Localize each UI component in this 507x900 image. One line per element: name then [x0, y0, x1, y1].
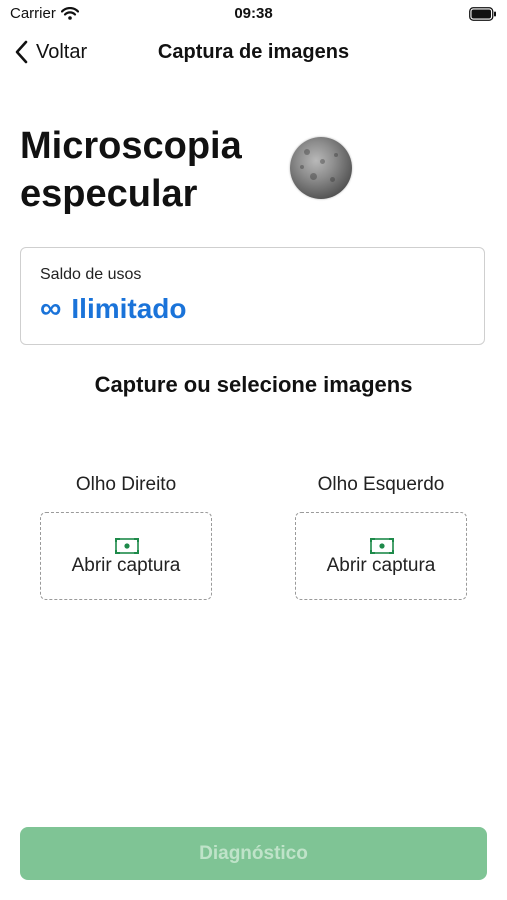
- nav-bar: Voltar Captura de imagens: [0, 30, 507, 74]
- capture-section-title: Capture ou selecione imagens: [94, 372, 413, 397]
- usage-label: Saldo de usos: [40, 266, 142, 283]
- status-time: 09:38: [234, 5, 273, 22]
- usage-value: ∞ Ilimitado: [40, 292, 187, 326]
- infinity-icon: ∞: [40, 292, 62, 325]
- usage-balance-card: Saldo de usos ∞ Ilimitado: [20, 247, 485, 345]
- left-eye-label: Olho Esquerdo: [317, 474, 445, 495]
- right-eye-capture-button[interactable]: Abrir captura: [40, 512, 212, 600]
- right-eye-label: Olho Direito: [75, 474, 177, 495]
- camera-frame-icon: [370, 538, 394, 554]
- status-bar: Carrier 09:38: [0, 0, 507, 28]
- right-eye-column: Olho Direito Abrir captura: [40, 474, 212, 600]
- left-eye-capture-button[interactable]: Abrir captura: [295, 512, 467, 600]
- usage-value-text: Ilimitado: [71, 293, 187, 324]
- page-title: Microscopia especular: [20, 125, 242, 215]
- left-eye-column: Olho Esquerdo Abrir captura: [295, 474, 467, 600]
- specular-microscopy-image: [290, 137, 352, 199]
- camera-frame-icon: [115, 538, 139, 554]
- battery-icon: [469, 7, 496, 21]
- nav-title: Captura de imagens: [157, 41, 350, 63]
- left-eye-capture-label: Abrir captura: [326, 555, 436, 576]
- diagnose-button[interactable]: Diagnóstico: [20, 827, 487, 880]
- right-eye-capture-label: Abrir captura: [71, 555, 181, 576]
